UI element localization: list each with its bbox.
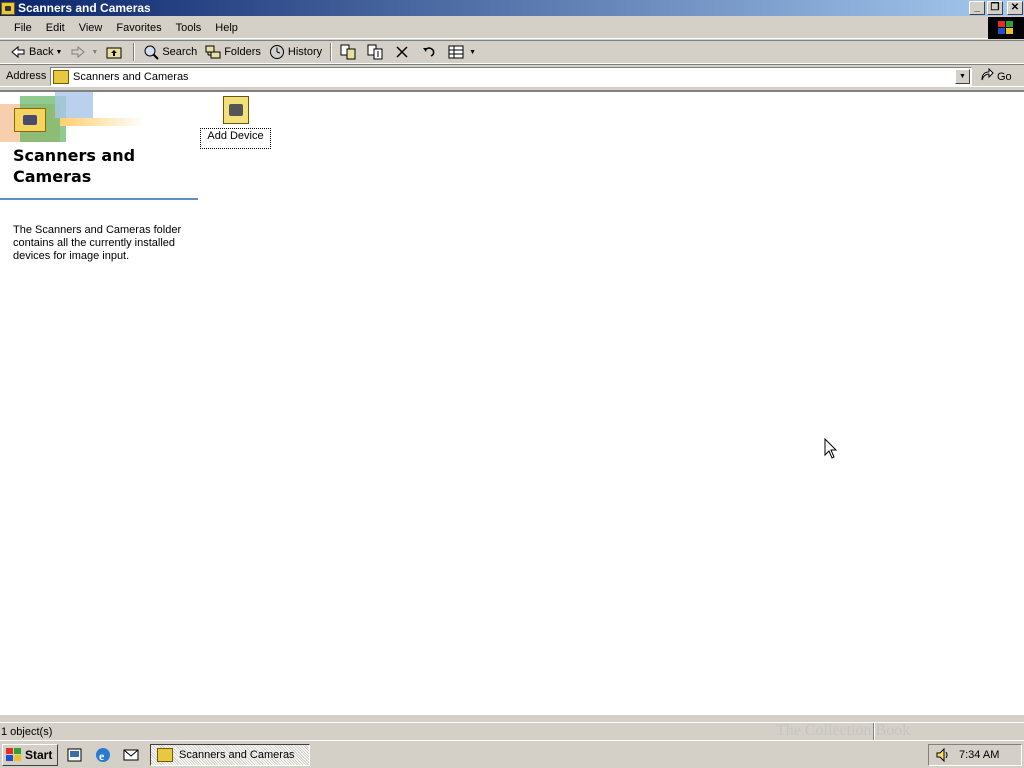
volume-speaker-icon[interactable] [935, 747, 951, 763]
menu-tools[interactable]: Tools [170, 20, 208, 36]
clock[interactable]: 7:34 AM [959, 749, 999, 761]
search-icon [143, 44, 160, 60]
back-label: Back [29, 46, 54, 58]
restore-button[interactable]: ❐ [987, 1, 1003, 15]
panel-title: Scanners and Cameras [13, 146, 136, 186]
go-label: Go [997, 70, 1012, 83]
delete-icon [394, 44, 410, 60]
history-button[interactable]: History [265, 41, 326, 63]
taskbar: Start e Scanners and Cameras 7:34 AM [0, 740, 1024, 768]
watermark-text: The Collection Book [776, 722, 911, 739]
search-label: Search [162, 46, 198, 58]
outlook-express-icon[interactable] [122, 746, 140, 764]
folder-view[interactable]: Scanners and Cameras The Scanners and Ca… [0, 90, 1024, 715]
folders-button[interactable]: Folders [201, 41, 265, 63]
show-desktop-icon[interactable] [66, 746, 84, 764]
back-dropdown-icon[interactable]: ▼ [55, 49, 62, 56]
up-folder-icon [106, 44, 122, 60]
go-button[interactable]: Go [980, 67, 1012, 86]
copy-to-button[interactable] [363, 41, 390, 63]
undo-icon [421, 44, 437, 60]
start-label: Start [25, 747, 53, 762]
go-arrow-icon [980, 67, 994, 85]
minimize-button[interactable]: _ [969, 1, 985, 15]
folders-label: Folders [224, 46, 261, 58]
mouse-pointer-icon [824, 437, 838, 463]
scanners-cameras-folder-icon [14, 108, 46, 132]
taskbar-window-button[interactable]: Scanners and Cameras [150, 743, 310, 766]
views-dropdown-icon[interactable]: ▼ [469, 49, 476, 56]
folders-icon [205, 44, 221, 60]
folder-banner [0, 92, 145, 144]
add-device-label: Add Device [200, 128, 271, 149]
back-button[interactable]: Back ▼ [6, 41, 66, 63]
menu-help[interactable]: Help [209, 20, 244, 36]
address-value: Scanners and Cameras [73, 70, 189, 83]
menu-bar: File Edit View Favorites Tools Help [0, 17, 1024, 39]
forward-button[interactable]: ▼ [66, 41, 102, 63]
move-to-icon [340, 44, 356, 60]
windows-logo-icon [988, 17, 1024, 39]
status-text: 1 object(s) [1, 725, 53, 738]
scanner-folder-icon [157, 747, 173, 762]
views-grid-icon [448, 44, 464, 60]
add-device-icon [222, 96, 249, 124]
menu-file[interactable]: File [8, 20, 38, 36]
toolbar-separator [330, 43, 333, 61]
internet-explorer-icon[interactable]: e [94, 746, 112, 764]
address-label: Address [6, 69, 47, 82]
back-arrow-icon [10, 44, 26, 60]
standard-toolbar: Back ▼ ▼ Search Folders History ▼ [0, 40, 1024, 64]
forward-dropdown-icon[interactable]: ▼ [91, 49, 98, 56]
up-folder-button[interactable] [102, 41, 129, 63]
address-dropdown-button[interactable]: ▼ [955, 69, 970, 84]
title-bar[interactable]: Scanners and Cameras _ ❐ ✕ [0, 0, 1024, 16]
quick-launch: e [66, 746, 140, 764]
add-device-item[interactable]: Add Device [200, 96, 271, 149]
system-tray: 7:34 AM [928, 744, 1022, 766]
forward-arrow-icon [70, 44, 86, 60]
move-to-button[interactable] [336, 41, 363, 63]
scanner-folder-icon [53, 69, 69, 84]
panel-description: The Scanners and Cameras folder contains… [13, 224, 182, 262]
scanner-folder-icon [1, 1, 15, 15]
svg-text:e: e [99, 749, 105, 763]
panel-divider [0, 198, 198, 200]
undo-button[interactable] [417, 41, 444, 63]
start-button[interactable]: Start [2, 743, 58, 766]
taskbar-window-label: Scanners and Cameras [179, 748, 295, 761]
views-button[interactable]: ▼ [444, 41, 480, 63]
delete-button[interactable] [390, 41, 417, 63]
menu-edit[interactable]: Edit [40, 20, 71, 36]
history-label: History [287, 46, 323, 58]
history-icon [269, 44, 285, 60]
copy-to-icon [367, 44, 383, 60]
address-bar: Address Scanners and Cameras ▼ Go [0, 64, 1024, 87]
address-input[interactable]: Scanners and Cameras ▼ [50, 67, 972, 86]
search-button[interactable]: Search [139, 41, 201, 63]
windows-flag-icon [6, 747, 22, 762]
menu-favorites[interactable]: Favorites [110, 20, 167, 36]
menu-view[interactable]: View [73, 20, 109, 36]
window-title: Scanners and Cameras [18, 1, 151, 15]
close-button[interactable]: ✕ [1007, 1, 1023, 15]
toolbar-separator [133, 43, 136, 61]
